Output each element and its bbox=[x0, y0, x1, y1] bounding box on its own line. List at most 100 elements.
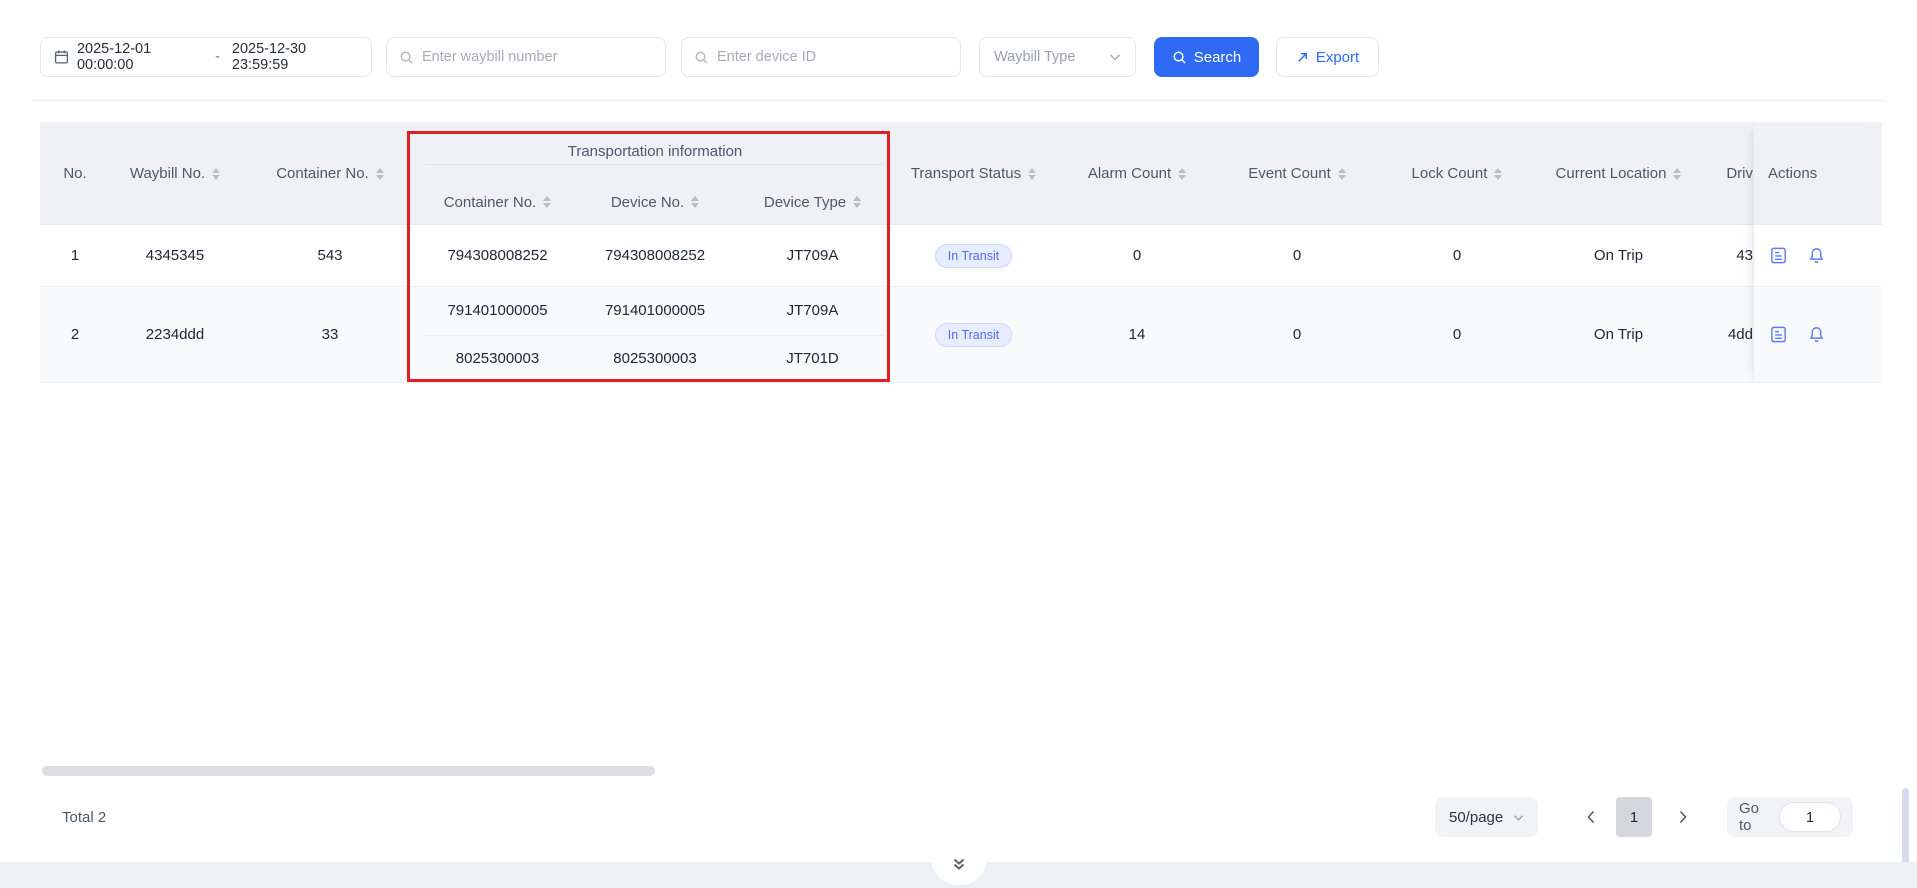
chevron-down-icon bbox=[1109, 52, 1121, 62]
cell-event-count: 0 bbox=[1217, 225, 1377, 286]
alarm-bell-icon[interactable] bbox=[1806, 325, 1826, 345]
cell-waybill-no: 4345345 bbox=[110, 225, 240, 286]
export-button-label: Export bbox=[1316, 49, 1359, 66]
header-transport-status[interactable]: Transport Status bbox=[890, 122, 1057, 225]
chevron-down-icon bbox=[1513, 813, 1524, 822]
cell-group-container-no: 791401000005 bbox=[420, 302, 575, 319]
waybill-number-input[interactable] bbox=[422, 49, 653, 65]
filter-divider bbox=[32, 100, 1885, 101]
nested-row-divider bbox=[426, 335, 884, 336]
page-size-select[interactable]: 50/page bbox=[1435, 797, 1538, 837]
cell-transportation-group: 794308008252 794308008252 JT709A bbox=[420, 225, 890, 286]
cell-alarm-count: 0 bbox=[1057, 225, 1217, 286]
search-button[interactable]: Search bbox=[1154, 37, 1259, 77]
group-header-label: Transportation information bbox=[420, 122, 890, 164]
cell-current-location: On Trip bbox=[1537, 225, 1700, 286]
device-id-field bbox=[681, 37, 961, 77]
waybill-table: No. Waybill No. Container No. Transporta… bbox=[40, 122, 1882, 762]
search-icon bbox=[399, 50, 414, 65]
search-icon bbox=[694, 50, 709, 65]
waybill-number-field bbox=[386, 37, 666, 77]
sort-icon bbox=[543, 196, 551, 208]
cell-transport-status: In Transit bbox=[890, 287, 1057, 382]
device-id-input[interactable] bbox=[717, 49, 948, 65]
header-current-location[interactable]: Current Location bbox=[1537, 122, 1700, 225]
vertical-scrollbar[interactable] bbox=[1902, 788, 1909, 872]
header-waybill-no[interactable]: Waybill No. bbox=[110, 122, 240, 225]
cell-group-container-no: 8025300003 bbox=[420, 350, 575, 367]
sort-icon bbox=[1028, 168, 1036, 180]
cell-current-location: On Trip bbox=[1537, 287, 1700, 382]
cell-no: 1 bbox=[40, 225, 110, 286]
cell-group-device-type: JT709A bbox=[735, 247, 890, 264]
sort-icon bbox=[212, 168, 220, 180]
export-arrow-icon bbox=[1296, 51, 1309, 64]
next-page-button[interactable] bbox=[1668, 797, 1698, 837]
cell-transport-status: In Transit bbox=[890, 225, 1057, 286]
sort-icon bbox=[1178, 168, 1186, 180]
search-icon bbox=[1172, 50, 1187, 65]
cell-group-container-no: 794308008252 bbox=[420, 247, 575, 264]
cell-driver-truncated: 43 bbox=[1700, 225, 1753, 286]
header-no: No. bbox=[40, 122, 110, 225]
header-alarm-count[interactable]: Alarm Count bbox=[1057, 122, 1217, 225]
goto-page-group: Go to bbox=[1727, 797, 1853, 837]
calendar-icon bbox=[54, 49, 69, 65]
double-chevron-down-icon bbox=[951, 858, 967, 872]
cell-transportation-group: 791401000005 791401000005 JT709A 8025300… bbox=[420, 287, 890, 382]
waybill-detail-icon[interactable] bbox=[1768, 246, 1788, 266]
fixed-actions-column: Actions bbox=[1753, 122, 1882, 383]
horizontal-scrollbar[interactable] bbox=[42, 766, 655, 776]
header-group-transportation-information: Transportation information Container No.… bbox=[420, 122, 890, 225]
cell-alarm-count: 14 bbox=[1057, 287, 1217, 382]
cell-group-device-no: 791401000005 bbox=[575, 302, 735, 319]
sort-icon bbox=[853, 196, 861, 208]
header-group-device-type[interactable]: Device Type bbox=[735, 179, 890, 225]
prev-page-button[interactable] bbox=[1576, 797, 1606, 837]
table-row: 1 4345345 543 794308008252 794308008252 … bbox=[40, 225, 1882, 287]
goto-label: Go to bbox=[1739, 800, 1769, 834]
header-container-no[interactable]: Container No. bbox=[240, 122, 420, 225]
search-button-label: Search bbox=[1194, 49, 1242, 66]
waybill-type-select[interactable]: Waybill Type bbox=[979, 37, 1136, 77]
export-button[interactable]: Export bbox=[1276, 37, 1379, 77]
actions-cell bbox=[1754, 287, 1882, 383]
sort-icon bbox=[1494, 168, 1502, 180]
waybill-type-value: Waybill Type bbox=[994, 49, 1075, 65]
cell-group-device-type: JT701D bbox=[735, 350, 890, 367]
cell-driver-truncated: 4dd bbox=[1700, 287, 1753, 382]
date-end: 2025-12-30 23:59:59 bbox=[232, 41, 358, 73]
cell-waybill-no: 2234ddd bbox=[110, 287, 240, 382]
date-separator: - bbox=[215, 49, 220, 65]
header-event-count[interactable]: Event Count bbox=[1217, 122, 1377, 225]
actions-cell bbox=[1754, 225, 1882, 287]
goto-page-input[interactable] bbox=[1779, 802, 1841, 832]
header-group-device-no[interactable]: Device No. bbox=[575, 179, 735, 225]
chevron-left-icon bbox=[1586, 810, 1596, 824]
cell-lock-count: 0 bbox=[1377, 287, 1537, 382]
sort-icon bbox=[1338, 168, 1346, 180]
date-range-picker[interactable]: 2025-12-01 00:00:00 - 2025-12-30 23:59:5… bbox=[40, 37, 372, 77]
date-start: 2025-12-01 00:00:00 bbox=[77, 41, 203, 73]
sort-icon bbox=[1673, 168, 1681, 180]
cell-group-device-no: 794308008252 bbox=[575, 247, 735, 264]
page-size-value: 50/page bbox=[1449, 809, 1503, 826]
waybill-detail-icon[interactable] bbox=[1768, 325, 1788, 345]
cell-group-device-type: JT709A bbox=[735, 302, 890, 319]
alarm-bell-icon[interactable] bbox=[1806, 246, 1826, 266]
cell-group-device-no: 8025300003 bbox=[575, 350, 735, 367]
chevron-right-icon bbox=[1678, 810, 1688, 824]
header-actions: Actions bbox=[1754, 122, 1882, 225]
cell-container-no: 33 bbox=[240, 287, 420, 382]
header-driver-truncated: Driv bbox=[1700, 122, 1753, 225]
header-group-container-no[interactable]: Container No. bbox=[420, 179, 575, 225]
table-row: 2 2234ddd 33 791401000005 791401000005 J… bbox=[40, 287, 1882, 383]
total-count: Total 2 bbox=[62, 807, 106, 827]
sort-icon bbox=[376, 168, 384, 180]
status-badge: In Transit bbox=[935, 244, 1012, 268]
sort-icon bbox=[691, 196, 699, 208]
cell-no: 2 bbox=[40, 287, 110, 382]
cell-container-no: 543 bbox=[240, 225, 420, 286]
page-number-1[interactable]: 1 bbox=[1616, 797, 1652, 837]
header-lock-count[interactable]: Lock Count bbox=[1377, 122, 1537, 225]
